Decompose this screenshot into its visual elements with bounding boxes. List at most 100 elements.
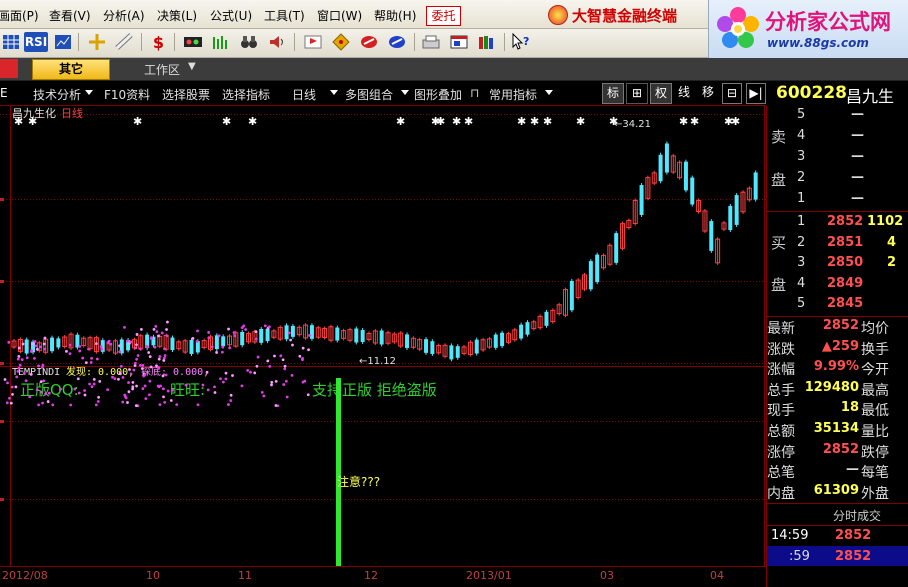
kline-chart[interactable]: 昌九生化 日线 ✱ ✱ ✱ ✱ ✱ ✱ ✱✱ ✱ ✱ ✱ ✱ ✱ ✱ ✱ ✱ ✱ ✱✱ ←34.21 ←11.1… — [0, 106, 766, 566]
svg-text:✱: ✱ — [731, 115, 740, 128]
quote-value: 129480 — [804, 379, 859, 395]
func-common-indicator[interactable]: 常用指标 — [489, 86, 537, 103]
high-label: ←34.21 — [614, 119, 651, 130]
tab-other[interactable]: 其它 — [32, 59, 110, 80]
func-mark-button[interactable]: 标 — [602, 83, 624, 104]
buy-price: 2850 — [827, 255, 864, 270]
grid-icon[interactable] — [0, 32, 21, 52]
menu-tools[interactable]: 工具(T) — [264, 7, 305, 24]
axis-date-2: 11 — [238, 569, 252, 582]
buy-volume: 2 — [887, 255, 897, 270]
tick-time-1: :59 — [789, 549, 810, 564]
books-icon[interactable] — [476, 32, 497, 52]
blue-ball-icon[interactable] — [386, 32, 407, 52]
menu-view[interactable]: 查看(V) — [49, 7, 91, 24]
ticks-header: 分时成交 — [833, 509, 882, 523]
func-overlay[interactable]: 图形叠加 — [414, 86, 462, 103]
tab-indicator[interactable] — [0, 59, 18, 78]
indicator-found: 发现: 0.000, — [66, 365, 134, 378]
quote-value: 2852 — [822, 318, 859, 333]
sell-price: — — [851, 149, 864, 164]
quote-label: 内盘 — [767, 485, 795, 502]
dots-icon[interactable] — [182, 32, 203, 52]
buy-price: 2852 — [827, 214, 864, 229]
menu-screen[interactable]: 画面(P) — [0, 7, 39, 24]
low-label: ←11.12 — [359, 356, 396, 367]
svg-text:✱: ✱ — [14, 115, 23, 128]
brand-text: 大智慧金融终端 — [572, 6, 678, 25]
menu-analysis[interactable]: 分析(A) — [103, 7, 145, 24]
quote-label: 总笔 — [767, 465, 795, 482]
quote-label: 总手 — [767, 382, 795, 399]
bars-icon[interactable] — [210, 32, 231, 52]
buy-price: 2851 — [827, 234, 864, 250]
dollar-icon[interactable]: $ — [148, 32, 169, 52]
watermark-ww: 旺旺: — [170, 381, 205, 399]
func-window-button[interactable]: ⊟ — [722, 83, 742, 104]
sell-level-index: 3 — [797, 149, 806, 164]
menu-help[interactable]: 帮助(H) — [374, 7, 416, 24]
window-icon[interactable] — [448, 32, 469, 52]
buy-level-index: 3 — [797, 255, 806, 270]
buy-level-index: 4 — [797, 275, 806, 291]
svg-text:✱: ✱ — [28, 115, 37, 128]
stock-name: 昌九生 — [846, 87, 895, 106]
trade-button[interactable]: 委托 — [426, 6, 461, 26]
func-select-stock[interactable]: 选择股票 — [162, 86, 210, 103]
func-move-button[interactable]: 移 — [698, 83, 718, 102]
sell-label: 卖 — [771, 128, 787, 146]
buy-label-2: 盘 — [771, 276, 787, 294]
stock-code[interactable]: 600228 — [776, 83, 847, 103]
binoculars-icon[interactable] — [238, 32, 259, 52]
tab-row: 其它 工作区 ▼ — [0, 58, 908, 81]
func-adjust-button[interactable]: 权 — [650, 83, 672, 104]
speaker-icon[interactable] — [266, 32, 287, 52]
chevron-down-icon[interactable] — [85, 90, 93, 95]
quote-label-right: 量比 — [861, 424, 889, 440]
func-f10[interactable]: F10资料 — [104, 86, 150, 103]
workspace-dropdown-icon[interactable]: ▼ — [188, 61, 196, 72]
red-ball-icon[interactable] — [358, 32, 379, 52]
crosshair-icon[interactable] — [86, 32, 107, 52]
chart-period: 日线 — [61, 106, 83, 120]
quote-label-right: 最高 — [861, 382, 889, 399]
menu-decision[interactable]: 决策(L) — [157, 7, 197, 24]
axis-date-5: 03 — [600, 569, 614, 582]
axis-date-4: 2013/01 — [466, 569, 512, 582]
quote-label-right: 今开 — [861, 362, 889, 379]
func-grid-button[interactable]: ⊞ — [626, 83, 648, 104]
flag-icon[interactable] — [302, 32, 323, 52]
sell-price: — — [851, 170, 864, 185]
func-select-indicator[interactable]: 选择指标 — [222, 86, 270, 103]
buy-level-index: 5 — [797, 296, 806, 311]
svg-text:✱: ✱ — [452, 115, 461, 128]
chevron-down-icon[interactable] — [401, 90, 409, 95]
func-line-button[interactable]: 线 — [674, 83, 694, 102]
printer-icon[interactable] — [420, 32, 441, 52]
menu-window[interactable]: 窗口(W) — [317, 7, 362, 24]
func-end-button[interactable]: ▶| — [746, 83, 766, 104]
func-multi-chart[interactable]: 多图组合 — [345, 86, 393, 103]
help-cursor-icon[interactable]: ? — [510, 32, 531, 52]
func-tech-analysis[interactable]: 技术分析 — [33, 86, 81, 103]
flower-icon — [717, 7, 759, 48]
chevron-down-icon[interactable] — [545, 90, 553, 95]
lock-icon[interactable]: ⊓ — [470, 86, 479, 100]
logo-url: www.88gs.com — [767, 36, 869, 50]
quote-label-right: 每笔 — [861, 465, 889, 482]
buy-label: 买 — [771, 234, 787, 252]
notice-text: 注意??? — [337, 474, 380, 489]
menu-formula[interactable]: 公式(U) — [210, 7, 252, 24]
workspace-label[interactable]: 工作区 — [144, 61, 180, 78]
diamond-icon[interactable] — [330, 32, 351, 52]
chevron-down-icon[interactable] — [330, 90, 338, 95]
chart-grid-icon[interactable] — [52, 32, 73, 52]
rsi-icon[interactable]: RSI — [24, 32, 48, 52]
ruler-icon[interactable] — [114, 32, 135, 52]
buy-price: 2849 — [827, 275, 864, 291]
toolbar: RSI $ ? — [0, 29, 708, 58]
func-daily[interactable]: 日线 — [292, 86, 316, 103]
tick-time-0: 14:59 — [771, 528, 809, 543]
site-logo: 分析家公式网 www.88gs.com — [708, 0, 908, 58]
function-bar: E 技术分析 F10资料 选择股票 选择指标 日线 多图组合 图形叠加 ⊓ 常用… — [0, 81, 766, 106]
